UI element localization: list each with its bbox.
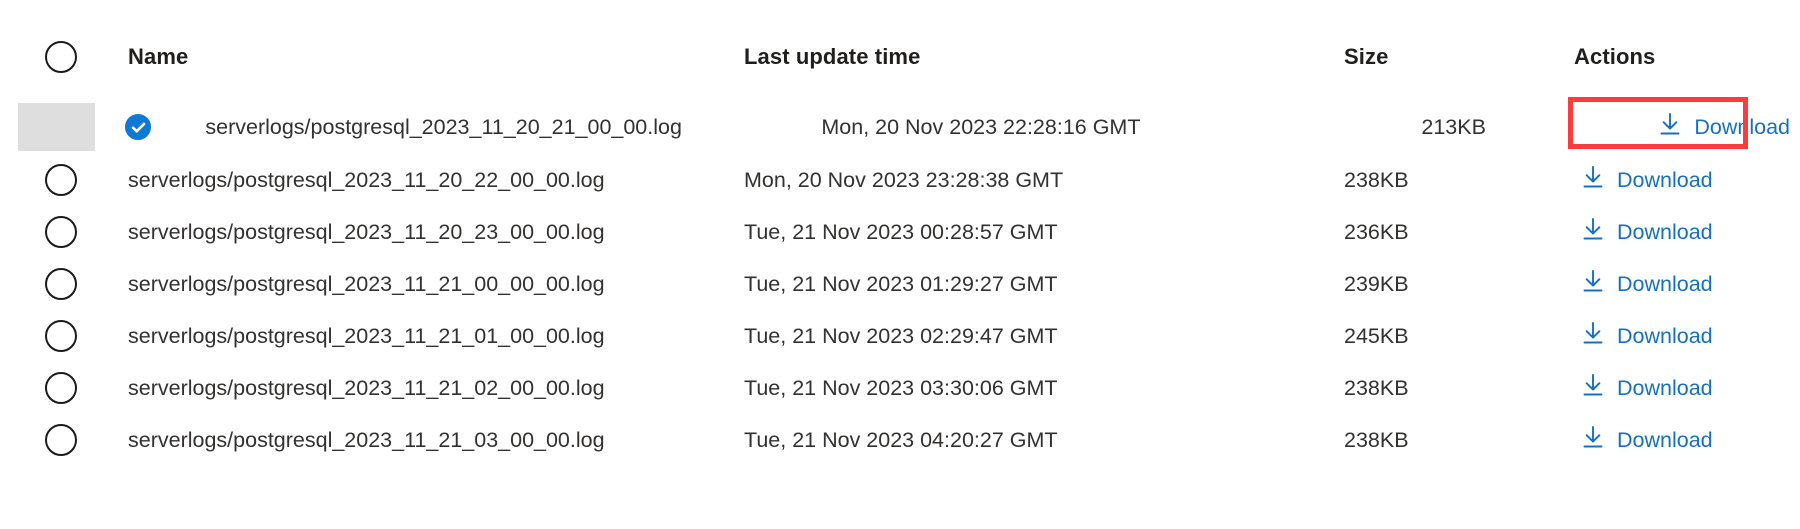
row-select-cell: [0, 424, 104, 456]
row-actions-cell: Download: [1552, 264, 1800, 304]
download-label: Download: [1694, 114, 1790, 139]
download-icon: [1582, 165, 1604, 195]
row-file-name: serverlogs/postgresql_2023_11_21_01_00_0…: [128, 323, 605, 348]
row-actions-cell: Download: [1552, 420, 1800, 460]
row-actions-cell: Download: [1552, 316, 1800, 356]
row-select-cell: [0, 164, 104, 196]
row-size: 238KB: [1344, 167, 1409, 192]
download-label: Download: [1617, 271, 1713, 296]
row-last-update-time: Tue, 21 Nov 2023 03:30:06 GMT: [744, 375, 1058, 400]
download-icon: [1582, 373, 1604, 403]
row-actions-cell: Download: [1552, 212, 1800, 252]
row-file-name: serverlogs/postgresql_2023_11_20_22_00_0…: [128, 167, 605, 192]
download-link[interactable]: Download: [1574, 420, 1723, 460]
table-header-row: Name Last update time Size Actions: [0, 34, 1800, 80]
download-icon: [1582, 269, 1604, 299]
select-all-circle-icon[interactable]: [45, 41, 77, 73]
table-row[interactable]: serverlogs/postgresql_2023_11_21_00_00_0…: [0, 254, 1800, 314]
row-file-name: serverlogs/postgresql_2023_11_20_21_00_0…: [205, 114, 682, 139]
download-link[interactable]: Download: [1574, 368, 1723, 408]
download-link[interactable]: Download: [1574, 160, 1723, 200]
row-size: 213KB: [1421, 114, 1486, 139]
download-label: Download: [1617, 375, 1713, 400]
circle-icon[interactable]: [45, 372, 77, 404]
row-file-name: serverlogs/postgresql_2023_11_20_23_00_0…: [128, 219, 605, 244]
row-actions-cell: Download: [1629, 107, 1800, 147]
download-link[interactable]: Download: [1574, 212, 1723, 252]
row-file-name: serverlogs/postgresql_2023_11_21_03_00_0…: [128, 427, 605, 452]
table-row[interactable]: serverlogs/postgresql_2023_11_21_03_00_0…: [0, 410, 1800, 470]
row-last-update-time: Mon, 20 Nov 2023 23:28:38 GMT: [744, 167, 1064, 192]
circle-icon[interactable]: [45, 424, 77, 456]
row-size: 236KB: [1344, 219, 1409, 244]
table-row[interactable]: serverlogs/postgresql_2023_11_20_23_00_0…: [0, 202, 1800, 262]
table-row[interactable]: serverlogs/postgresql_2023_11_21_01_00_0…: [0, 306, 1800, 366]
row-select-cell: [0, 320, 104, 352]
select-all-cell: [0, 41, 104, 73]
check-circle-icon[interactable]: [122, 111, 155, 143]
download-label: Download: [1617, 323, 1713, 348]
download-label: Download: [1617, 167, 1713, 192]
circle-icon[interactable]: [45, 268, 77, 300]
row-size: 239KB: [1344, 271, 1409, 296]
download-icon: [1659, 112, 1681, 142]
row-actions-cell: Download: [1552, 368, 1800, 408]
row-last-update-time: Tue, 21 Nov 2023 01:29:27 GMT: [744, 271, 1058, 296]
download-link[interactable]: Download: [1574, 264, 1723, 304]
row-size: 238KB: [1344, 427, 1409, 452]
download-icon: [1582, 425, 1604, 455]
download-label: Download: [1617, 219, 1713, 244]
row-select-cell: [77, 111, 181, 143]
row-select-cell: [0, 372, 104, 404]
row-last-update-time: Tue, 21 Nov 2023 04:20:27 GMT: [744, 427, 1058, 452]
storage-log-file-browser: Name Last update time Size Actions serve…: [0, 0, 1800, 529]
circle-icon[interactable]: [45, 164, 77, 196]
row-last-update-time: Tue, 21 Nov 2023 00:28:57 GMT: [744, 219, 1058, 244]
download-label: Download: [1617, 427, 1713, 452]
row-file-name: serverlogs/postgresql_2023_11_21_02_00_0…: [128, 375, 605, 400]
row-size: 245KB: [1344, 323, 1409, 348]
circle-icon[interactable]: [45, 320, 77, 352]
row-file-name: serverlogs/postgresql_2023_11_21_00_00_0…: [128, 271, 605, 296]
row-size: 238KB: [1344, 375, 1409, 400]
row-last-update-time: Tue, 21 Nov 2023 02:29:47 GMT: [744, 323, 1058, 348]
row-actions-cell: Download: [1552, 160, 1800, 200]
row-select-cell: [0, 216, 104, 248]
column-header-last-update-time[interactable]: Last update time: [722, 44, 1322, 70]
row-select-cell: [0, 268, 104, 300]
circle-icon[interactable]: [45, 216, 77, 248]
download-link[interactable]: Download: [1651, 107, 1800, 147]
column-header-actions[interactable]: Actions: [1552, 44, 1800, 70]
download-icon: [1582, 321, 1604, 351]
column-header-size[interactable]: Size: [1322, 44, 1552, 70]
table-row[interactable]: serverlogs/postgresql_2023_11_20_21_00_0…: [0, 97, 1800, 157]
table-row[interactable]: serverlogs/postgresql_2023_11_21_02_00_0…: [0, 358, 1800, 418]
download-link[interactable]: Download: [1574, 316, 1723, 356]
row-last-update-time: Mon, 20 Nov 2023 22:28:16 GMT: [821, 114, 1141, 139]
table-row[interactable]: serverlogs/postgresql_2023_11_20_22_00_0…: [0, 150, 1800, 210]
column-header-name[interactable]: Name: [104, 44, 722, 70]
download-icon: [1582, 217, 1604, 247]
